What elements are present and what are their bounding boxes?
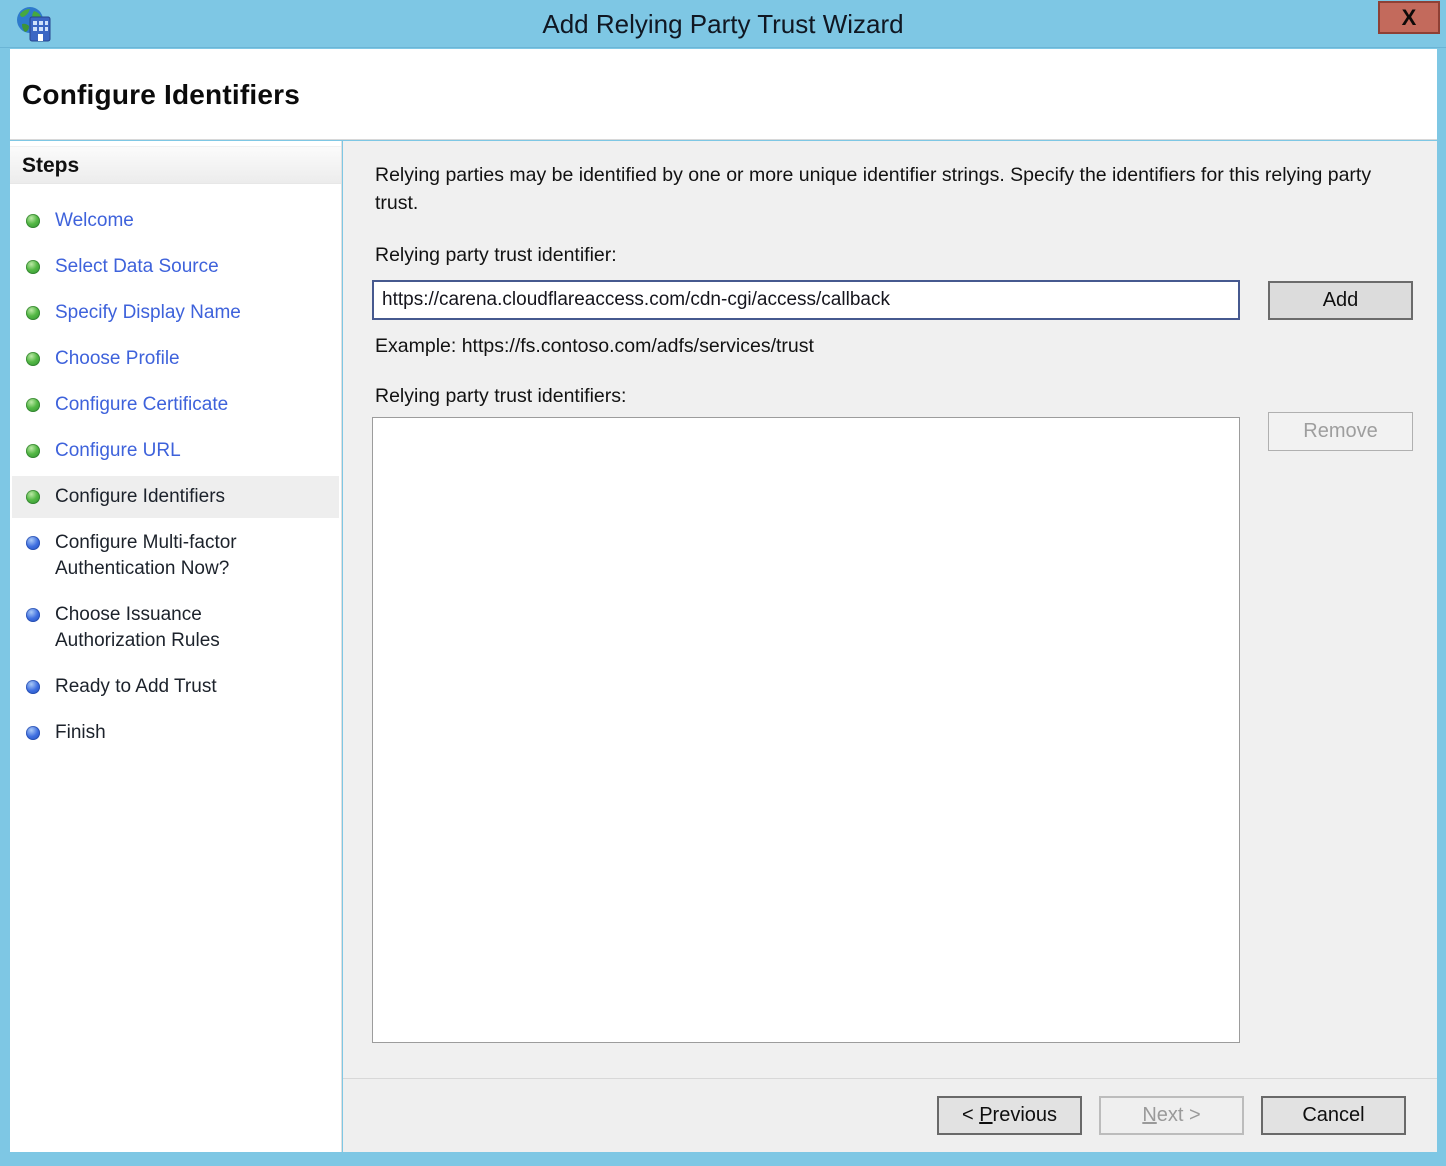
wizard-page-header: Configure Identifiers: [10, 49, 1437, 140]
previous-button[interactable]: < Previous: [937, 1096, 1082, 1135]
remove-button[interactable]: Remove: [1268, 412, 1413, 451]
description-text: Relying parties may be identified by one…: [375, 161, 1397, 217]
example-text: Example: https://fs.contoso.com/adfs/ser…: [375, 335, 814, 358]
step-label: Finish: [55, 720, 106, 746]
step-item-welcome[interactable]: Welcome: [12, 200, 339, 242]
step-status-icon: [26, 608, 40, 622]
step-label: Configure Identifiers: [55, 484, 225, 510]
add-button[interactable]: Add: [1268, 281, 1413, 320]
step-item-configure-identifiers: Configure Identifiers: [12, 476, 339, 518]
step-label: Ready to Add Trust: [55, 674, 217, 700]
window-titlebar[interactable]: Add Relying Party Trust Wizard X: [0, 0, 1446, 48]
step-label: Configure Certificate: [55, 392, 228, 418]
step-label: Configure URL: [55, 438, 181, 464]
step-status-icon: [26, 306, 40, 320]
step-label: Select Data Source: [55, 254, 219, 280]
step-status-icon: [26, 214, 40, 228]
wizard-content: Relying parties may be identified by one…: [343, 141, 1437, 1152]
step-status-icon: [26, 680, 40, 694]
step-item-finish: Finish: [12, 712, 339, 754]
step-status-icon: [26, 398, 40, 412]
step-item-configure-url[interactable]: Configure URL: [12, 430, 339, 472]
step-status-icon: [26, 260, 40, 274]
step-item-specify-display-name[interactable]: Specify Display Name: [12, 292, 339, 334]
step-status-icon: [26, 352, 40, 366]
identifier-input[interactable]: [372, 280, 1240, 320]
identifiers-label: Relying party trust identifiers:: [375, 385, 626, 408]
identifiers-listbox[interactable]: [372, 417, 1240, 1043]
step-item-configure-certificate[interactable]: Configure Certificate: [12, 384, 339, 426]
step-status-icon: [26, 536, 40, 550]
steps-list: Welcome Select Data Source Specify Display…: [10, 184, 341, 754]
wizard-dialog: Add Relying Party Trust Wizard X Configu…: [0, 0, 1446, 1166]
step-label: Welcome: [55, 208, 134, 234]
step-item-choose-profile[interactable]: Choose Profile: [12, 338, 339, 380]
step-item-ready-to-add-trust: Ready to Add Trust: [12, 666, 339, 708]
step-label: Specify Display Name: [55, 300, 241, 326]
step-label: Configure Multi-factor Authentication No…: [55, 530, 290, 582]
window-title: Add Relying Party Trust Wizard: [0, 0, 1446, 48]
footer-button-bar: < Previous Next > Cancel: [343, 1078, 1437, 1152]
identifier-label: Relying party trust identifier:: [375, 244, 617, 267]
step-status-icon: [26, 490, 40, 504]
step-item-configure-multi-factor-authentication-now: Configure Multi-factor Authentication No…: [12, 522, 339, 590]
close-button[interactable]: X: [1378, 1, 1440, 34]
step-label: Choose Issuance Authorization Rules: [55, 602, 290, 654]
step-item-choose-issuance-authorization-rules: Choose Issuance Authorization Rules: [12, 594, 339, 662]
steps-sidebar: Steps Welcome Select Data Source Specify D…: [10, 141, 342, 1152]
step-item-select-data-source[interactable]: Select Data Source: [12, 246, 339, 288]
step-label: Choose Profile: [55, 346, 180, 372]
step-status-icon: [26, 444, 40, 458]
steps-heading: Steps: [10, 146, 341, 184]
next-button[interactable]: Next >: [1099, 1096, 1244, 1135]
step-status-icon: [26, 726, 40, 740]
page-title: Configure Identifiers: [22, 79, 300, 111]
cancel-button[interactable]: Cancel: [1261, 1096, 1406, 1135]
